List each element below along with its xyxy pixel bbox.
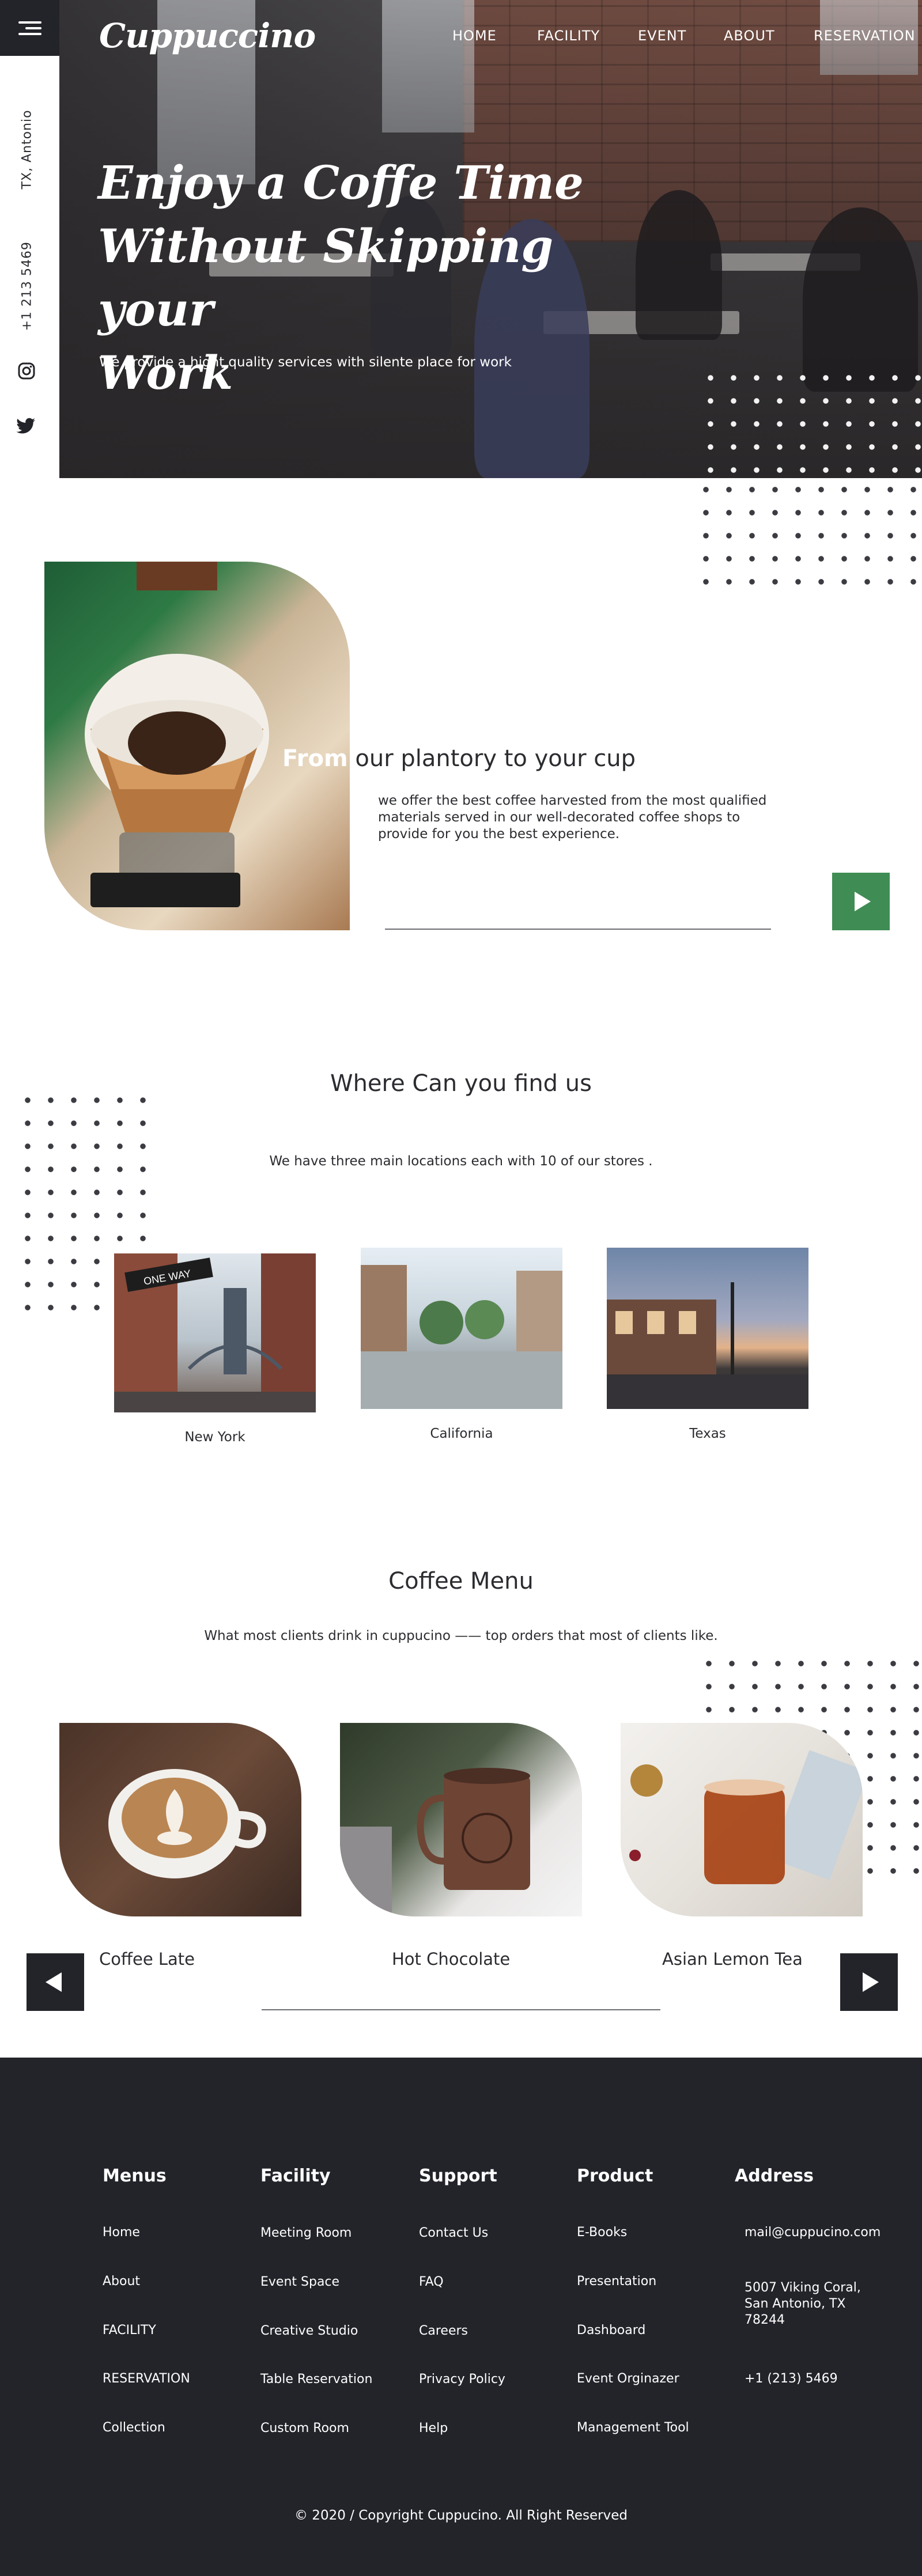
- menu-title: Coffee Menu: [388, 1568, 534, 1594]
- footer-link[interactable]: RESERVATION: [103, 2371, 190, 2387]
- footer-link[interactable]: Contact Us: [419, 2225, 488, 2241]
- play-icon: [855, 892, 871, 911]
- twitter-icon[interactable]: [16, 418, 36, 435]
- footer-link[interactable]: Home: [103, 2225, 140, 2241]
- hero-subtitle: We provide a hight quality services with…: [99, 355, 512, 370]
- nav-reservation-link[interactable]: RESERVATION: [814, 28, 916, 44]
- menu-item-caption: Coffee Late: [99, 1949, 195, 1969]
- nav-about-link[interactable]: ABOUT: [724, 28, 775, 44]
- footer-link[interactable]: Collection: [103, 2420, 165, 2436]
- hero-title-line: Enjoy a Coffe Time: [98, 156, 584, 210]
- about-text-line: we offer the best coffee harvested from …: [378, 793, 767, 808]
- hero-person: [803, 207, 918, 392]
- footer-link[interactable]: Presentation: [577, 2274, 656, 2290]
- nav-facility-link[interactable]: FACILITY: [537, 28, 600, 44]
- hamburger-icon: [18, 18, 41, 39]
- about-divider: [385, 929, 771, 930]
- footer-link[interactable]: Table Reservation: [260, 2372, 372, 2388]
- about-title-bold: From: [282, 745, 348, 772]
- copyright: © 2020 / Copyright Cuppucino. All Right …: [294, 2508, 628, 2523]
- footer-link[interactable]: E-Books: [577, 2225, 627, 2241]
- footer-link[interactable]: Privacy Policy: [419, 2372, 505, 2388]
- footer-link[interactable]: Event Space: [260, 2274, 339, 2290]
- arrow-left-icon: [46, 1972, 62, 1992]
- footer-link[interactable]: FAQ: [419, 2274, 444, 2290]
- footer-heading: Support: [419, 2166, 497, 2186]
- texas-image[interactable]: [607, 1248, 808, 1409]
- arrow-right-icon: [863, 1972, 879, 1992]
- nav-facility[interactable]: FACILITY: [537, 28, 600, 44]
- nav-reservation[interactable]: RESERVATION: [814, 28, 916, 44]
- footer-link[interactable]: Careers: [419, 2323, 468, 2339]
- menu-next-button[interactable]: [840, 1953, 898, 2011]
- play-video-button[interactable]: [832, 873, 890, 930]
- nav-event[interactable]: EVENT: [638, 28, 686, 44]
- hero-person: [636, 190, 722, 340]
- footer-link[interactable]: About: [103, 2274, 140, 2290]
- footer-link[interactable]: Dashboard: [577, 2323, 645, 2339]
- menu-toggle-button[interactable]: [0, 0, 59, 56]
- instagram-icon[interactable]: [17, 362, 36, 380]
- nav-home[interactable]: HOME: [452, 28, 497, 44]
- menu-prev-button[interactable]: [27, 1953, 84, 2011]
- asian-lemon-tea-image[interactable]: [621, 1723, 863, 1916]
- about-text-line: materials served in our well-decorated c…: [378, 810, 740, 825]
- about-text-line: provide for you the best experience.: [378, 827, 620, 842]
- sidebar-location: TX, Antonio: [20, 109, 35, 190]
- footer-link[interactable]: Meeting Room: [260, 2225, 352, 2241]
- footer-heading: Facility: [260, 2166, 331, 2186]
- footer-address: 5007 Viking Coral, San Antonio, TX 78244: [745, 2280, 861, 2327]
- footer-link[interactable]: Creative Studio: [260, 2323, 358, 2339]
- nav-event-link[interactable]: EVENT: [638, 28, 686, 44]
- footer-link[interactable]: Custom Room: [260, 2420, 349, 2437]
- menu-item-caption: Asian Lemon Tea: [662, 1949, 803, 1969]
- hot-chocolate-image[interactable]: [340, 1723, 582, 1916]
- hero-title-line: Work: [98, 346, 233, 400]
- sidebar-phone[interactable]: +1 213 5469: [20, 241, 35, 331]
- footer-link[interactable]: FACILITY: [103, 2323, 156, 2339]
- menu-item-caption: Hot Chocolate: [392, 1949, 511, 1969]
- footer-heading: Address: [735, 2166, 814, 2186]
- nav-about[interactable]: ABOUT: [724, 28, 775, 44]
- footer-phone[interactable]: +1 (213) 5469: [745, 2371, 838, 2387]
- location-caption: New York: [184, 1430, 245, 1445]
- hero-dot-pattern: [699, 366, 922, 478]
- about-title-rest: our plantory to your cup: [347, 745, 636, 772]
- dot-pattern: [694, 478, 922, 593]
- hero-window: [382, 0, 474, 132]
- california-image[interactable]: [361, 1248, 562, 1409]
- footer-heading: Menus: [103, 2166, 167, 2186]
- location-caption: California: [430, 1426, 493, 1441]
- nav-home-link[interactable]: HOME: [452, 28, 497, 44]
- menu-divider: [262, 2009, 660, 2010]
- about-text: we offer the best coffee harvested from …: [378, 793, 816, 843]
- brand-logo[interactable]: Cuppuccino: [99, 16, 316, 55]
- footer-link[interactable]: Event Orginazer: [577, 2371, 679, 2387]
- footer-heading: Product: [577, 2166, 653, 2186]
- coffee-late-image[interactable]: [59, 1723, 301, 1916]
- footer-link[interactable]: Help: [419, 2420, 448, 2437]
- new-york-image[interactable]: ONE WAY: [114, 1253, 316, 1412]
- hero-title-line: Without Skipping your: [98, 219, 554, 336]
- footer-email[interactable]: mail@cuppucino.com: [745, 2225, 881, 2241]
- footer-link[interactable]: Management Tool: [577, 2420, 689, 2436]
- location-caption: Texas: [689, 1426, 726, 1441]
- menu-subtitle: What most clients drink in cuppucino —— …: [204, 1628, 718, 1643]
- about-title: From our plantory to your cup: [282, 745, 636, 772]
